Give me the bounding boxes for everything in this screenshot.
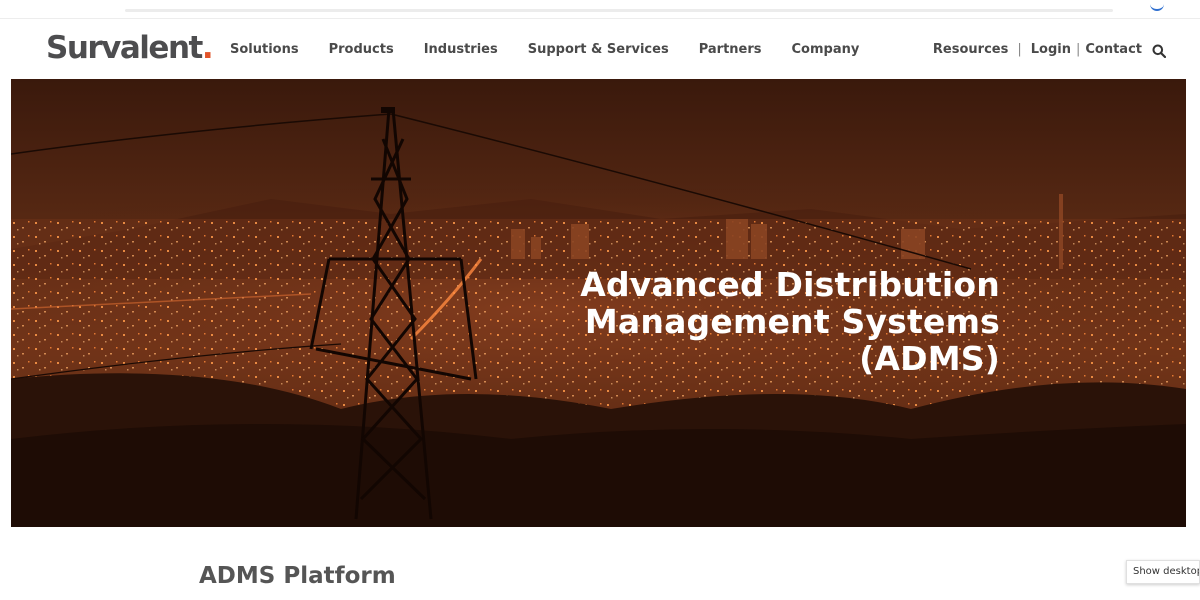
nav-item-support-services[interactable]: Support & Services [528, 42, 669, 57]
resources-link[interactable]: Resources [933, 42, 1008, 57]
main-nav: Solutions Products Industries Support & … [230, 42, 889, 57]
loading-indicator-icon [1150, 4, 1164, 11]
hero-title-line-3: (ADMS) [859, 339, 1000, 378]
logo-text: Survalent [46, 30, 203, 66]
contact-link[interactable]: Contact [1085, 42, 1142, 57]
hero-title-line-2: Management Systems [584, 302, 1000, 341]
utility-nav: Resources | Login | Contact [933, 42, 1167, 58]
nav-item-company[interactable]: Company [792, 42, 860, 57]
logo-dot: . [201, 30, 214, 66]
hero-banner: Advanced Distribution Management Systems… [11, 79, 1186, 527]
site-header: Survalent. Solutions Products Industries… [0, 18, 1200, 79]
survalent-logo[interactable]: Survalent. [46, 30, 214, 66]
nav-item-partners[interactable]: Partners [699, 42, 762, 57]
hero-title: Advanced Distribution Management Systems… [580, 266, 1000, 377]
top-shadow-bar [125, 9, 1113, 12]
show-desktop-button[interactable]: Show desktop [1126, 560, 1200, 584]
separator: | [1075, 42, 1081, 57]
hero-title-line-1: Advanced Distribution [580, 265, 1000, 304]
login-link[interactable]: Login [1031, 42, 1071, 57]
nav-item-industries[interactable]: Industries [424, 42, 498, 57]
separator: | [1017, 42, 1022, 57]
browser-top-strip [0, 0, 1200, 18]
section-title-adms-platform: ADMS Platform [199, 563, 396, 589]
nav-item-products[interactable]: Products [329, 42, 394, 57]
nav-item-solutions[interactable]: Solutions [230, 42, 299, 57]
search-icon[interactable] [1152, 43, 1167, 58]
